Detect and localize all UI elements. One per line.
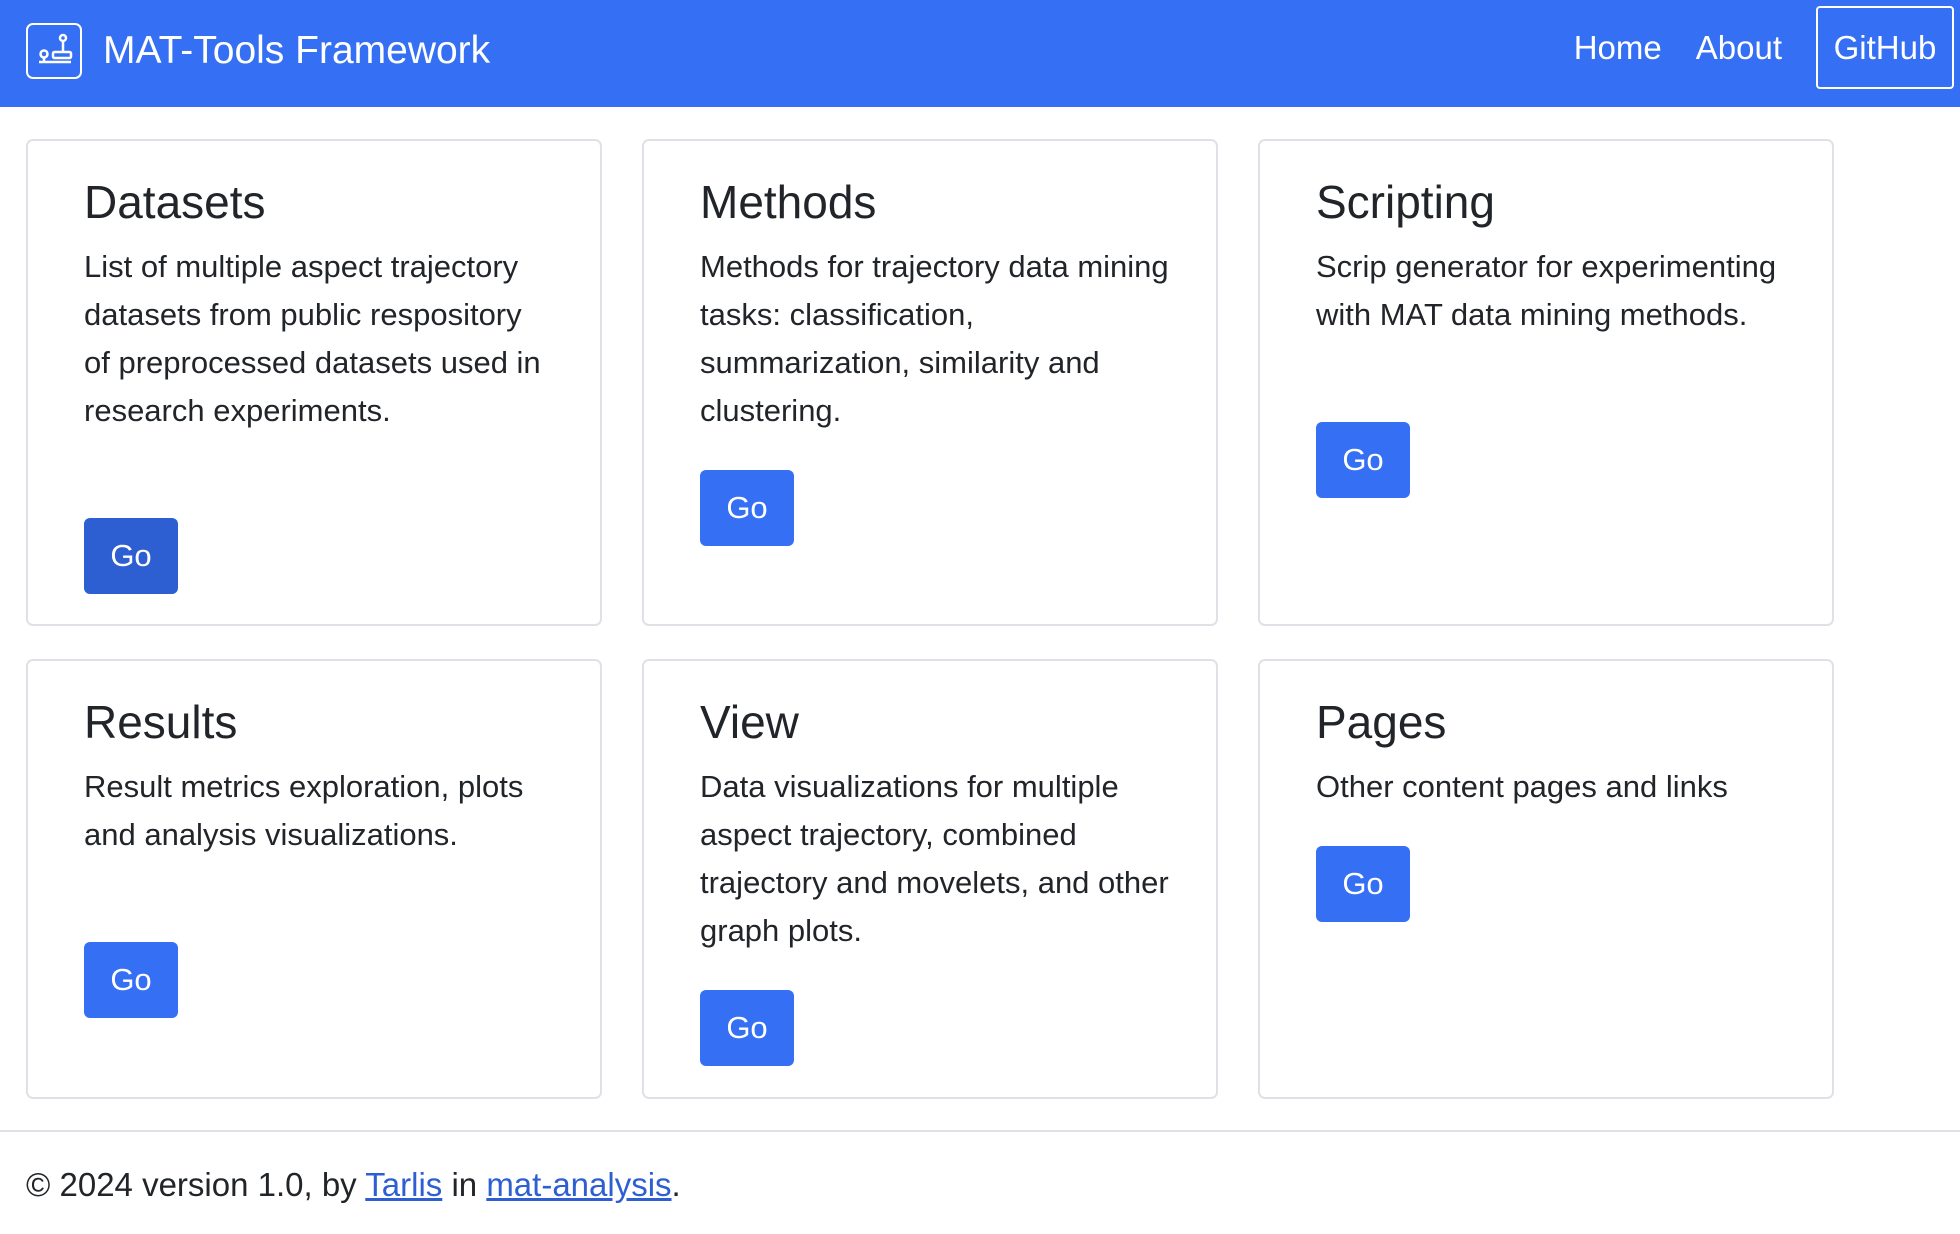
card-title: Scripting (1316, 176, 1495, 228)
navbar: MAT-Tools Framework Home About GitHub (0, 0, 1960, 107)
methods-go-button[interactable]: Go (700, 470, 794, 546)
nav-link-home[interactable]: Home (1574, 29, 1662, 67)
footer-suffix: . (671, 1166, 681, 1203)
card-scripting: Scripting Scrip generator for experiment… (1258, 139, 1834, 626)
card-text: Methods for trajectory data mining tasks… (700, 249, 1169, 428)
brand-link[interactable]: MAT-Tools Framework (26, 21, 490, 81)
card-text: List of multiple aspect trajectory datas… (84, 249, 541, 428)
card-text: Data visualizations for multiple aspect … (700, 769, 1169, 948)
card-pages: Pages Other content pages and links Go (1258, 659, 1834, 1099)
repo-link[interactable]: mat-analysis (486, 1166, 671, 1203)
scripting-go-button[interactable]: Go (1316, 422, 1410, 498)
card-text: Other content pages and links (1316, 769, 1728, 804)
brand-title: MAT-Tools Framework (103, 29, 491, 72)
card-view: View Data visualizations for multiple as… (642, 659, 1218, 1099)
footer-prefix: © 2024 version 1.0, by (26, 1166, 357, 1203)
results-go-button[interactable]: Go (84, 942, 178, 1018)
card-datasets: Datasets List of multiple aspect traject… (26, 139, 602, 626)
card-title: Pages (1316, 696, 1447, 748)
view-go-button[interactable]: Go (700, 990, 794, 1066)
card-text: Scrip generator for experimenting with M… (1316, 249, 1777, 332)
author-link[interactable]: Tarlis (365, 1166, 442, 1203)
card-title: Datasets (84, 176, 266, 228)
footer-middle: in (451, 1166, 478, 1203)
joystick-icon (26, 23, 82, 79)
nav-link-about[interactable]: About (1696, 29, 1782, 67)
datasets-go-button[interactable]: Go (84, 518, 178, 594)
footer-divider (0, 1130, 1960, 1132)
card-results: Results Result metrics exploration, plot… (26, 659, 602, 1099)
footer: © 2024 version 1.0, by Tarlis in mat-ana… (26, 1166, 681, 1204)
pages-go-button[interactable]: Go (1316, 846, 1410, 922)
card-methods: Methods Methods for trajectory data mini… (642, 139, 1218, 626)
nav-links: Home About GitHub (1574, 6, 1954, 89)
card-title: Results (84, 696, 238, 748)
card-title: Methods (700, 176, 877, 228)
card-text: Result metrics exploration, plots and an… (84, 769, 524, 852)
card-title: View (700, 696, 799, 748)
github-button[interactable]: GitHub (1816, 6, 1954, 89)
